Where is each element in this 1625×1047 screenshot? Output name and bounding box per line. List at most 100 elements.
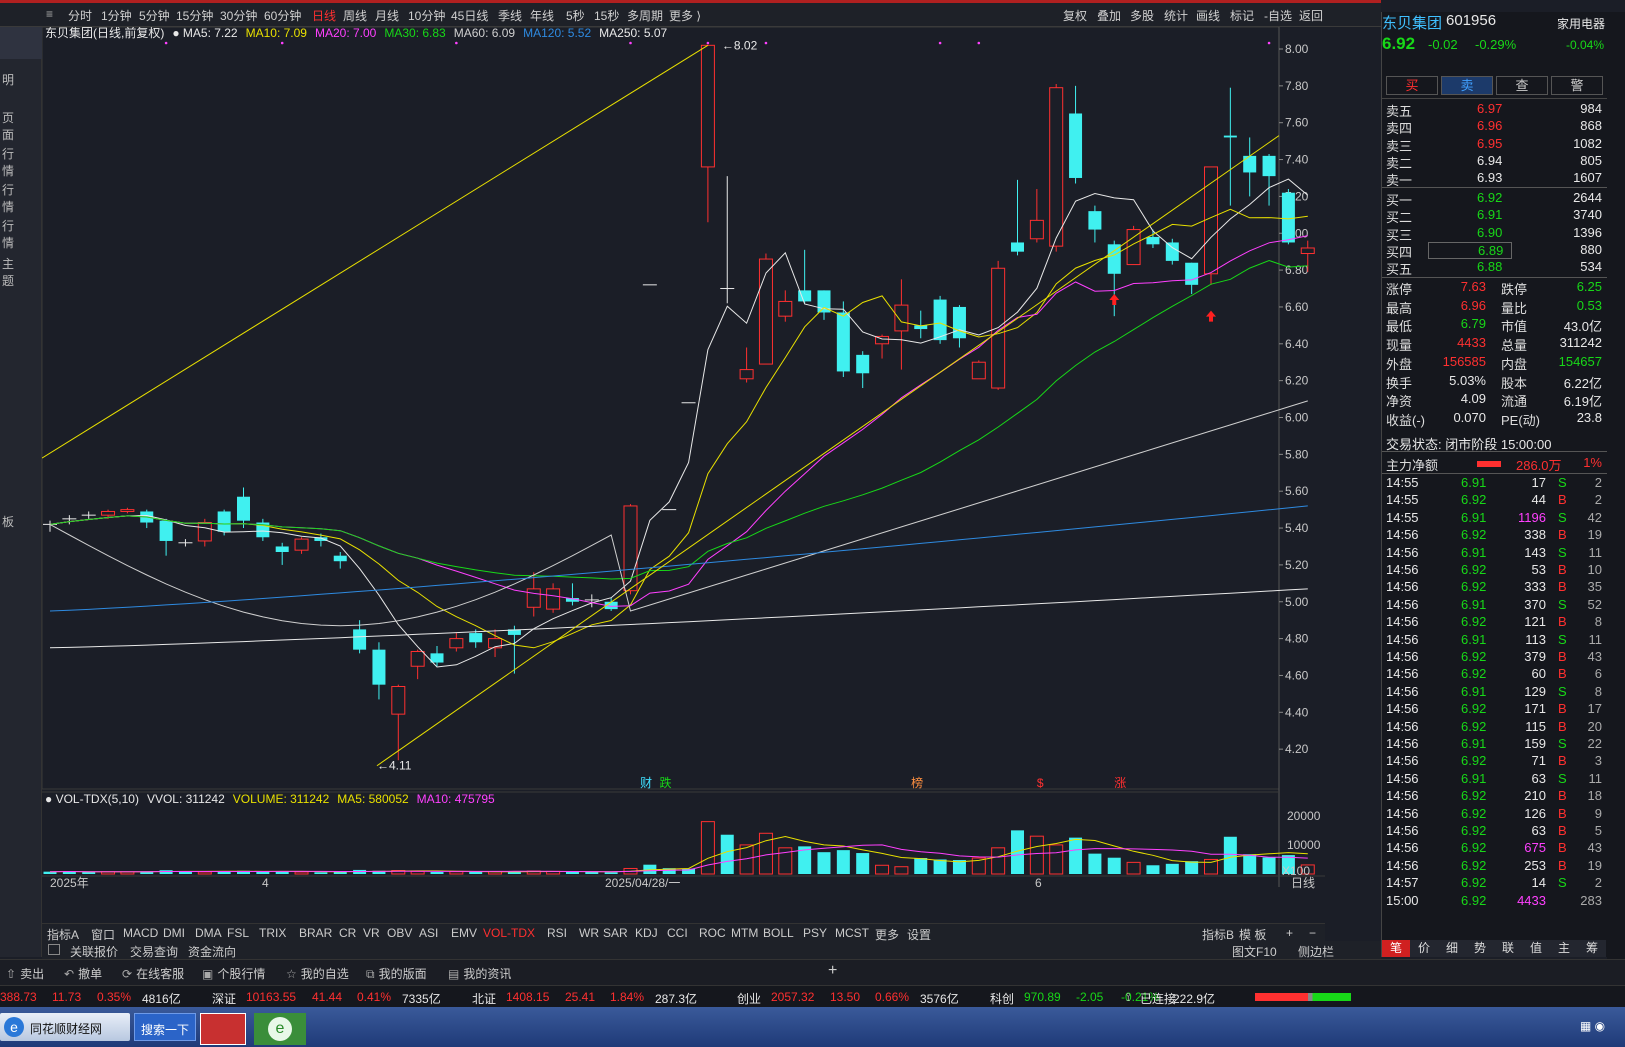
period-tab-1[interactable]: 1分钟 bbox=[101, 7, 132, 24]
detail-tab-3[interactable]: 势 bbox=[1466, 940, 1494, 957]
indicator-tab-12[interactable]: EMV bbox=[451, 926, 477, 940]
candle-52[interactable] bbox=[1049, 84, 1064, 252]
period-tab-8[interactable]: 月线 bbox=[375, 7, 399, 24]
indicator-tab-10[interactable]: OBV bbox=[387, 926, 412, 940]
candle-49[interactable] bbox=[991, 260, 1006, 390]
menu-icon[interactable]: ≡ bbox=[46, 7, 53, 21]
detail-tab-1[interactable]: 价 bbox=[1410, 940, 1438, 957]
event-marker-1[interactable]: 跌 bbox=[660, 775, 672, 790]
action-3[interactable]: ▣ 个股行情 bbox=[202, 965, 265, 982]
taskbar-search-button[interactable]: 搜索一下 bbox=[134, 1013, 196, 1041]
candle-56[interactable] bbox=[1126, 225, 1141, 266]
indicator-tab-13[interactable]: VOL-TDX bbox=[483, 926, 535, 940]
action-0[interactable]: ⇧ 卖出 bbox=[6, 965, 44, 982]
detail-tab-0[interactable]: 笔 bbox=[1382, 940, 1410, 957]
indicator-tab-14[interactable]: RSI bbox=[547, 926, 567, 940]
candle-60[interactable] bbox=[1204, 166, 1218, 285]
bid-price[interactable]: 6.91 bbox=[1477, 207, 1502, 222]
action-2[interactable]: ⟳ 在线客服 bbox=[122, 965, 184, 982]
period-tab-5[interactable]: 60分钟 bbox=[264, 7, 301, 24]
indicator-tab-7[interactable]: BRAR bbox=[299, 926, 332, 940]
trade-button-3[interactable]: 警 bbox=[1551, 76, 1603, 95]
tool-row-item-2[interactable]: 资金流向 bbox=[188, 943, 236, 960]
tool-5[interactable]: 标记 bbox=[1230, 7, 1254, 24]
period-tab-2[interactable]: 5分钟 bbox=[139, 7, 170, 24]
indicator-tab-5[interactable]: FSL bbox=[227, 926, 249, 940]
period-tab-12[interactable]: 年线 bbox=[530, 7, 554, 24]
indicator-tab-right-2[interactable]: + bbox=[1286, 926, 1293, 940]
period-tab-7[interactable]: 周线 bbox=[343, 7, 367, 24]
bid-price[interactable]: 6.88 bbox=[1477, 259, 1502, 274]
indicator-tab-8[interactable]: CR bbox=[339, 926, 356, 940]
event-marker-0[interactable]: 财 bbox=[640, 776, 652, 790]
tool-0[interactable]: 复权 bbox=[1063, 7, 1087, 24]
left-nav-item-1[interactable]: 明 bbox=[2, 71, 14, 88]
tool-3[interactable]: 统计 bbox=[1164, 7, 1188, 24]
tool-1[interactable]: 叠加 bbox=[1097, 7, 1121, 24]
left-nav-item-2[interactable]: 页面 bbox=[2, 109, 14, 143]
indicator-tab-19[interactable]: ROC bbox=[699, 926, 726, 940]
event-marker-2[interactable]: 榜 bbox=[911, 775, 923, 790]
tool-7[interactable]: 返回 bbox=[1299, 7, 1323, 24]
detail-tab-7[interactable]: 筹 bbox=[1578, 940, 1606, 957]
kline-chart[interactable]: 8.007.807.607.407.207.006.806.606.406.20… bbox=[42, 27, 1325, 942]
indicator-tab-18[interactable]: CCI bbox=[667, 926, 688, 940]
bid-price[interactable]: 6.90 bbox=[1477, 225, 1502, 240]
tool-row-item-3[interactable]: 图文F10 bbox=[1232, 943, 1277, 960]
tool-row-item-0[interactable]: 关联报价 bbox=[70, 943, 118, 960]
period-tab-15[interactable]: 多周期 bbox=[627, 7, 663, 24]
tool-row-item-4[interactable]: 侧边栏 bbox=[1298, 943, 1334, 960]
taskbar-browser-button[interactable]: e 同花顺财经网 bbox=[0, 1013, 130, 1041]
event-marker-3[interactable]: $ bbox=[1037, 776, 1044, 790]
candle-64[interactable] bbox=[1281, 189, 1295, 245]
period-tab-10[interactable]: 45日线 bbox=[451, 7, 488, 24]
window-icon[interactable] bbox=[48, 944, 60, 955]
ask-price[interactable]: 6.96 bbox=[1477, 118, 1502, 133]
period-tab-14[interactable]: 15秒 bbox=[594, 7, 619, 24]
bid-price[interactable]: 6.92 bbox=[1477, 190, 1502, 205]
indicator-tab-3[interactable]: DMI bbox=[163, 926, 185, 940]
left-nav-item-4[interactable]: 行情 bbox=[2, 181, 14, 215]
action-1[interactable]: ↶ 撤单 bbox=[64, 965, 102, 982]
indicator-tab-23[interactable]: MCST bbox=[835, 926, 869, 940]
detail-tab-4[interactable]: 联 bbox=[1494, 940, 1522, 957]
indicator-tab-16[interactable]: SAR bbox=[603, 926, 628, 940]
ask-price[interactable]: 6.95 bbox=[1477, 136, 1502, 151]
trade-button-0[interactable]: 买 bbox=[1386, 76, 1438, 95]
candle-37[interactable] bbox=[758, 253, 773, 365]
action-5[interactable]: ⧉ 我的版面 bbox=[366, 965, 427, 982]
event-marker-4[interactable]: 涨 bbox=[1114, 775, 1126, 790]
period-tab-0[interactable]: 分时 bbox=[68, 7, 92, 24]
ask-price[interactable]: 6.94 bbox=[1477, 153, 1502, 168]
indicator-tab-20[interactable]: MTM bbox=[731, 926, 758, 940]
tool-row-item-1[interactable]: 交易查询 bbox=[130, 943, 178, 960]
add-icon[interactable]: + bbox=[828, 962, 837, 980]
detail-tab-6[interactable]: 主 bbox=[1550, 940, 1578, 957]
indicator-tab-11[interactable]: ASI bbox=[419, 926, 438, 940]
period-tab-13[interactable]: 5秒 bbox=[566, 7, 585, 24]
indicator-tab-22[interactable]: PSY bbox=[803, 926, 827, 940]
left-nav-item-7[interactable]: 板 bbox=[2, 513, 14, 530]
indicator-tab-9[interactable]: VR bbox=[363, 926, 380, 940]
ask-price[interactable]: 6.97 bbox=[1477, 101, 1502, 116]
detail-tab-2[interactable]: 细 bbox=[1438, 940, 1466, 957]
indicator-tab-4[interactable]: DMA bbox=[195, 926, 222, 940]
ask-price[interactable]: 6.93 bbox=[1477, 170, 1502, 185]
tool-2[interactable]: 多股 bbox=[1130, 7, 1154, 24]
action-6[interactable]: ▤ 我的资讯 bbox=[448, 965, 511, 982]
indicator-tab-21[interactable]: BOLL bbox=[763, 926, 794, 940]
period-tab-9[interactable]: 10分钟 bbox=[408, 7, 445, 24]
period-tab-6[interactable]: 日线 bbox=[312, 7, 336, 24]
detail-tab-5[interactable]: 值 bbox=[1522, 940, 1550, 957]
candle-58[interactable] bbox=[1165, 238, 1179, 265]
left-nav-item-3[interactable]: 行情 bbox=[2, 145, 14, 179]
indicator-tab-right-3[interactable]: − bbox=[1309, 926, 1316, 940]
trade-button-2[interactable]: 查 bbox=[1496, 76, 1548, 95]
industry-label[interactable]: 家用电器 bbox=[1557, 15, 1605, 32]
ths-app-icon[interactable] bbox=[200, 1013, 246, 1045]
action-4[interactable]: ☆ 我的自选 bbox=[286, 965, 349, 982]
browser-app-icon[interactable]: e bbox=[254, 1013, 306, 1045]
indicator-tab-15[interactable]: WR bbox=[579, 926, 599, 940]
period-tab-3[interactable]: 15分钟 bbox=[176, 7, 213, 24]
bid-price[interactable]: 6.89 bbox=[1428, 241, 1513, 259]
